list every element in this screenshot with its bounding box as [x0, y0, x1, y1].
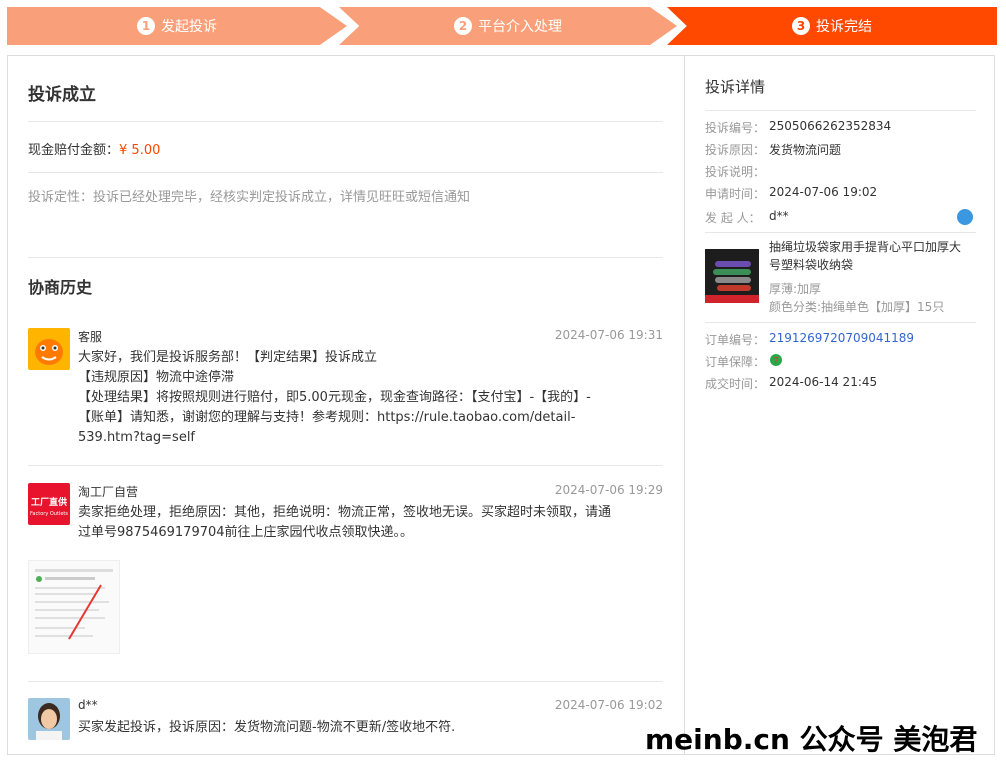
detail-key: 投诉说明： [705, 165, 766, 179]
detail-row-initiator: 发 起 人： d** [705, 209, 789, 226]
divider [28, 257, 663, 258]
detail-key: 发 起 人： [705, 211, 761, 225]
step-1-number: 1 [137, 17, 155, 35]
detail-value: d** [769, 209, 789, 223]
message-line: 买家发起投诉，投诉原因：发货物流问题-物流不更新/签收地不符. [78, 720, 456, 735]
shop-logo-text: 工厂直供 [30, 498, 67, 508]
detail-key: 申请时间： [705, 187, 766, 201]
compensation-amount: 现金赔付金额：¥ 5.00 [28, 139, 160, 158]
order-row-time: 成交时间： 2024-06-14 21:45 [705, 375, 877, 392]
step-2: 2 平台介入处理 [339, 7, 677, 45]
step-2-number: 2 [454, 17, 472, 35]
service-avatar [28, 328, 70, 370]
history-title: 协商历史 [28, 278, 93, 297]
message-line: 【违规原因】物流中途停滞 [78, 370, 235, 385]
history-sender: 客服 [78, 330, 103, 344]
divider [28, 121, 663, 122]
product-title[interactable]: 抽绳垃圾袋家用手提背心平口加厚大号塑料袋收纳袋 [769, 238, 969, 274]
history-time: 2024-07-06 19:02 [554, 698, 663, 712]
complaint-panel: 投诉成立 现金赔付金额：¥ 5.00 投诉定性：投诉已经处理完毕，经核实判定投诉… [7, 55, 995, 755]
history-item: 客服 2024-07-06 19:31 大家好，我们是投诉服务部！【判定结果】投… [28, 328, 663, 448]
step-1: 1 发起投诉 [7, 7, 347, 45]
chat-icon[interactable] [957, 209, 973, 225]
history-item: d** 2024-07-06 19:02 买家发起投诉，投诉原因：发货物流问题-… [28, 698, 663, 748]
watermark: meinb.cn 公众号 美泡君 [645, 723, 978, 756]
detail-row-desc: 投诉说明： [705, 163, 765, 180]
shop-logo: 工厂直供 Factory Outlets [28, 483, 70, 525]
history-item: 工厂直供 Factory Outlets 淘工厂自营 2024-07-06 19… [28, 483, 663, 683]
detail-row-id: 投诉编号： 2505066262352834 [705, 119, 891, 136]
message-line: 过单号9875469179704前往上庄家园代收点领取快递。。 [78, 525, 414, 540]
history-time: 2024-07-06 19:29 [554, 483, 663, 497]
detail-key: 订单保障： [705, 355, 766, 369]
order-row-id: 订单编号： 2191269720709041189 [705, 331, 914, 348]
detail-row-time: 申请时间： 2024-07-06 19:02 [705, 185, 877, 202]
divider [705, 322, 976, 323]
message-line: 539.htm?tag=self [78, 430, 196, 445]
guarantee-icon: 7 [769, 353, 783, 370]
detail-row-reason: 投诉原因： 发货物流问题 [705, 141, 841, 158]
detail-key: 订单编号： [705, 333, 766, 347]
detail-value: 2505066262352834 [769, 119, 892, 133]
compensation-label: 现金赔付金额： [28, 143, 120, 158]
detail-title: 投诉详情 [705, 78, 766, 96]
step-3: 3 投诉完结 [667, 7, 997, 45]
divider [705, 110, 976, 111]
detail-key: 成交时间： [705, 377, 766, 391]
buyer-avatar [28, 698, 70, 740]
product-image[interactable] [705, 249, 759, 303]
message-line: 卖家拒绝处理，拒绝原因：其他，拒绝说明：物流正常，签收地无误。买家超时未领取，请… [78, 505, 612, 520]
history-time: 2024-07-06 19:31 [554, 328, 663, 342]
evidence-image[interactable] [28, 560, 120, 654]
detail-value: 2024-07-06 19:02 [769, 185, 878, 199]
divider [705, 232, 976, 233]
step-2-label: 平台介入处理 [478, 19, 562, 35]
progress-steps: 1 发起投诉 2 平台介入处理 3 投诉完结 [7, 7, 997, 45]
detail-key: 投诉原因： [705, 143, 766, 157]
complaint-nature: 投诉定性：投诉已经处理完毕，经核实判定投诉成立，详情见旺旺或短信通知 [28, 190, 471, 205]
divider [28, 172, 663, 173]
step-3-number: 3 [792, 17, 810, 35]
message-line: 【处理结果】将按照规则进行赔付，即5.00元现金，现金查询路径：【支付宝】-【我… [78, 390, 591, 405]
history-sender: d** [78, 698, 98, 712]
shop-logo-subtext: Factory Outlets [30, 511, 68, 517]
complaint-detail: 投诉详情 投诉编号： 2505066262352834 投诉原因： 发货物流问题 投… [685, 56, 994, 754]
complaint-status-title: 投诉成立 [28, 85, 96, 105]
history-message: 卖家拒绝处理，拒绝原因：其他，拒绝说明：物流正常，签收地无误。买家超时未领取，请… [78, 503, 668, 543]
divider [28, 465, 663, 466]
step-1-label: 发起投诉 [161, 19, 217, 35]
detail-value: 2024-06-14 21:45 [769, 375, 878, 389]
history-message: 大家好，我们是投诉服务部！【判定结果】投诉成立 【违规原因】物流中途停滞 【处理… [78, 348, 668, 448]
detail-value: 发货物流问题 [769, 143, 842, 157]
order-row-guarantee: 订单保障： 7 [705, 353, 782, 370]
history-sender: 淘工厂自营 [78, 485, 139, 499]
compensation-value: ¥ 5.00 [119, 143, 161, 158]
order-number-link[interactable]: 2191269720709041189 [769, 331, 914, 345]
message-line: 【账单】请知悉，谢谢您的理解与支持！参考规则：https://rule.taob… [78, 410, 576, 425]
history-message: 买家发起投诉，投诉原因：发货物流问题-物流不更新/签收地不符. [78, 718, 668, 738]
message-line: 大家好，我们是投诉服务部！【判定结果】投诉成立 [78, 350, 378, 365]
detail-key: 投诉编号： [705, 121, 766, 135]
product-spec: 厚薄:加厚 [769, 282, 822, 296]
step-3-label: 投诉完结 [816, 19, 872, 35]
svg-text:7: 7 [773, 356, 779, 367]
complaint-main: 投诉成立 现金赔付金额：¥ 5.00 投诉定性：投诉已经处理完毕，经核实判定投诉… [8, 56, 685, 754]
divider [28, 681, 663, 682]
product-spec: 颜色分类:抽绳单色【加厚】15只 [769, 300, 945, 314]
